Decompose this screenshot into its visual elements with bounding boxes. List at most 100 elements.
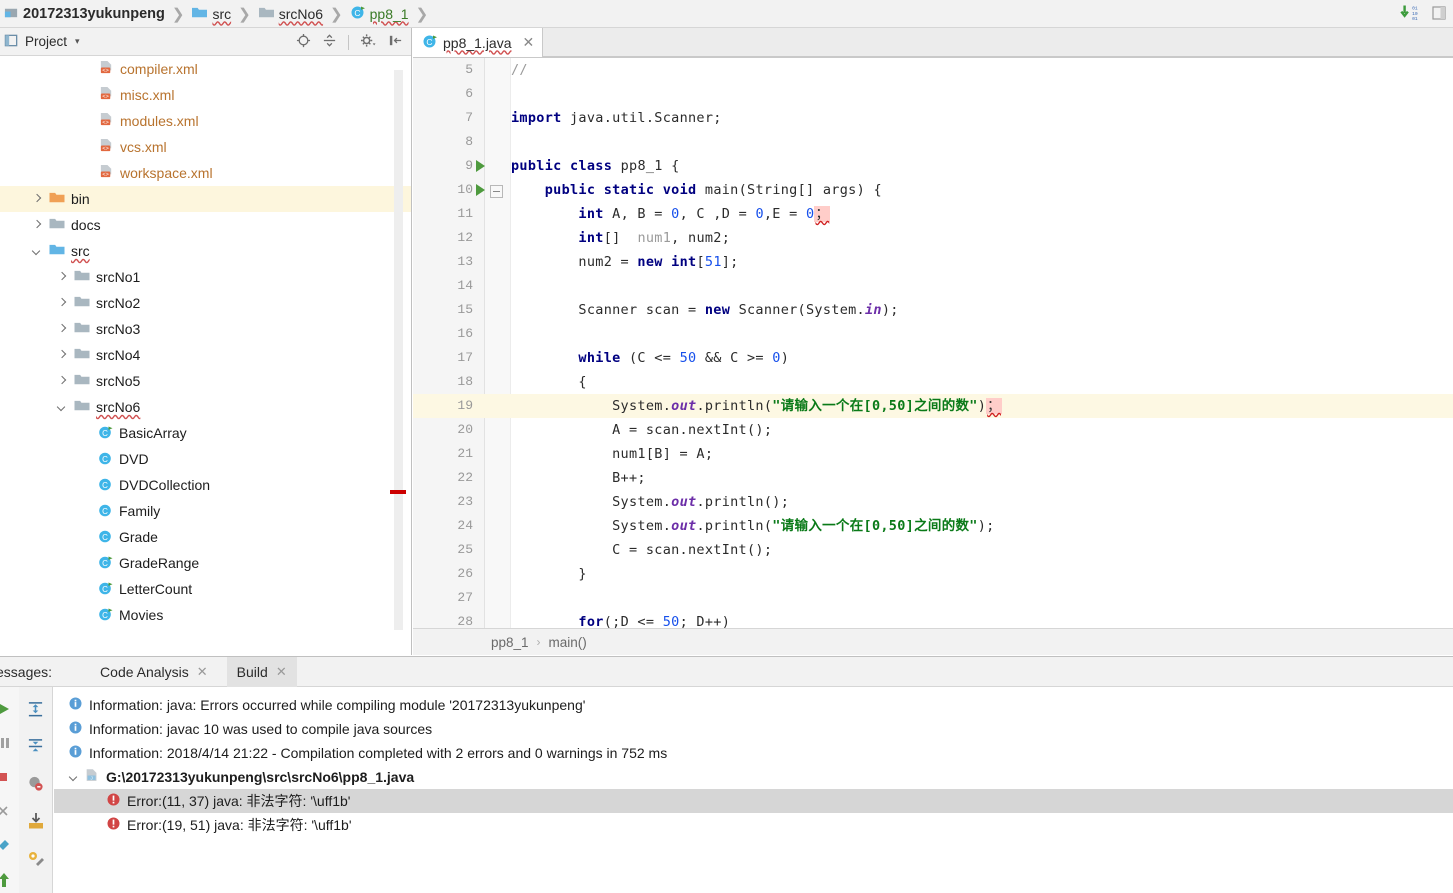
code-line[interactable]: 14 — [413, 274, 1453, 298]
settings-gear-icon[interactable] — [360, 33, 377, 51]
tree-item-dvdcollection[interactable]: C DVDCollection — [0, 472, 411, 498]
message-row[interactable]: Information: javac 10 was used to compil… — [54, 717, 1453, 741]
tree-item-bin[interactable]: bin — [0, 186, 411, 212]
tree-item-family[interactable]: C Family — [0, 498, 411, 524]
sidebar-toggle-icon[interactable] — [1431, 5, 1447, 24]
line-number[interactable]: 28 — [413, 610, 473, 628]
line-number[interactable]: 13 — [413, 250, 473, 274]
close-icon[interactable]: ✕ — [197, 664, 208, 680]
tree-item-dvd[interactable]: C DVD — [0, 446, 411, 472]
messages-list[interactable]: Information: java: Errors occurred while… — [54, 687, 1453, 893]
code-line[interactable]: 22 B++; — [413, 466, 1453, 490]
editor-breadcrumb-class[interactable]: pp8_1 — [491, 635, 529, 650]
code-line[interactable]: 6 — [413, 82, 1453, 106]
code-line[interactable]: 9 public class pp8_1 { — [413, 154, 1453, 178]
tree-item-grade[interactable]: C Grade — [0, 524, 411, 550]
locate-icon[interactable] — [296, 33, 311, 51]
code-line[interactable]: 27 — [413, 586, 1453, 610]
close-icon[interactable] — [0, 803, 11, 822]
line-number[interactable]: 16 — [413, 322, 473, 346]
line-number[interactable]: 21 — [413, 442, 473, 466]
tree-item-srcno5[interactable]: srcNo5 — [0, 368, 411, 394]
line-number[interactable]: 25 — [413, 538, 473, 562]
tree-item-modules-xml[interactable]: <> modules.xml — [0, 108, 411, 134]
line-number[interactable]: 11 — [413, 202, 473, 226]
line-number[interactable]: 22 — [413, 466, 473, 490]
message-row[interactable]: Information: java: Errors occurred while… — [54, 693, 1453, 717]
tree-item-srcno2[interactable]: srcNo2 — [0, 290, 411, 316]
chevron-right-icon[interactable] — [56, 375, 69, 388]
expand-all-icon[interactable] — [27, 701, 44, 721]
line-number[interactable]: 17 — [413, 346, 473, 370]
line-number[interactable]: 26 — [413, 562, 473, 586]
line-number[interactable]: 6 — [413, 82, 473, 106]
code-line[interactable]: 11 int A, B = 0, C ,D = 0,E = 0； — [413, 202, 1453, 226]
code-editor[interactable]: 5 // 6 7 import java.util.Scanner; 8 9 public c… — [413, 58, 1453, 628]
scroll-up-icon[interactable] — [0, 871, 12, 892]
tree-item-srcno4[interactable]: srcNo4 — [0, 342, 411, 368]
code-line[interactable]: 5 // — [413, 58, 1453, 82]
chevron-right-icon[interactable] — [31, 193, 44, 206]
tree-item-compiler-xml[interactable]: <> compiler.xml — [0, 56, 411, 82]
pause-icon[interactable] — [0, 735, 13, 754]
tree-item-movies[interactable]: C Movies — [0, 602, 411, 628]
code-line[interactable]: 10 public static void main(String[] args… — [413, 178, 1453, 202]
tree-item-workspace-xml[interactable]: <> workspace.xml — [0, 160, 411, 186]
chevron-right-icon[interactable] — [56, 323, 69, 336]
editor-breadcrumb-method[interactable]: main() — [549, 635, 587, 650]
line-number[interactable]: 15 — [413, 298, 473, 322]
tab-build[interactable]: Build ✕ — [226, 656, 297, 687]
editor-tab-pp8_1[interactable]: C pp8_1.java ✕ — [413, 28, 544, 57]
tree-item-srcno6[interactable]: srcNo6 — [0, 394, 411, 420]
code-line[interactable]: 16 — [413, 322, 1453, 346]
chevron-right-icon[interactable] — [56, 297, 69, 310]
code-line[interactable]: 15 Scanner scan = new Scanner(System.in)… — [413, 298, 1453, 322]
code-line[interactable]: 7 import java.util.Scanner; — [413, 106, 1453, 130]
tree-item-srcno1[interactable]: srcNo1 — [0, 264, 411, 290]
tree-item-graderange[interactable]: C GradeRange — [0, 550, 411, 576]
tree-item-basicarray[interactable]: C BasicArray — [0, 420, 411, 446]
code-line[interactable]: 13 num2 = new int[51]; — [413, 250, 1453, 274]
message-row[interactable]: Error:(11, 37) java: 非法字符: '\uff1b' — [54, 789, 1453, 813]
hide-warnings-icon[interactable] — [27, 775, 44, 795]
stop-icon[interactable] — [0, 769, 11, 788]
close-icon[interactable]: ✕ — [523, 34, 535, 51]
project-tree-scrollbar[interactable] — [394, 70, 403, 630]
tree-item-lettercount[interactable]: C LetterCount — [0, 576, 411, 602]
tree-item-docs[interactable]: docs — [0, 212, 411, 238]
tree-item-vcs-xml[interactable]: <> vcs.xml — [0, 134, 411, 160]
chevron-down-icon[interactable] — [56, 401, 69, 414]
breadcrumb-srcno6[interactable]: srcNo6 — [254, 0, 325, 28]
download-update-icon[interactable]: 01 10 01 — [1399, 3, 1427, 26]
tree-item-srcno3[interactable]: srcNo3 — [0, 316, 411, 342]
message-row[interactable]: J G:\20172313yukunpeng\src\srcNo6\pp8_1.j… — [54, 765, 1453, 789]
pin-icon[interactable] — [0, 837, 12, 856]
settings-wrench-icon[interactable] — [27, 850, 45, 871]
code-line[interactable]: 26 } — [413, 562, 1453, 586]
line-number[interactable]: 20 — [413, 418, 473, 442]
line-number[interactable]: 14 — [413, 274, 473, 298]
line-number[interactable]: 18 — [413, 370, 473, 394]
code-line[interactable]: 19 System.out.println("请输入一个在[0,50]之间的数"… — [413, 394, 1453, 418]
line-number[interactable]: 7 — [413, 106, 473, 130]
line-number[interactable]: 8 — [413, 130, 473, 154]
line-number[interactable]: 19 — [413, 394, 473, 418]
line-number[interactable]: 12 — [413, 226, 473, 250]
code-line[interactable]: 25 C = scan.nextInt(); — [413, 538, 1453, 562]
chevron-down-icon[interactable] — [31, 245, 44, 258]
chevron-right-icon[interactable] — [31, 219, 44, 232]
chevron-down-icon[interactable]: ▾ — [75, 36, 80, 47]
code-line[interactable]: 20 A = scan.nextInt(); — [413, 418, 1453, 442]
tree-item-src[interactable]: src — [0, 238, 411, 264]
error-stripe-marker[interactable] — [390, 490, 406, 494]
code-line[interactable]: 8 — [413, 130, 1453, 154]
line-number[interactable]: 5 — [413, 58, 473, 82]
run-gutter-icon[interactable] — [476, 184, 485, 196]
code-line[interactable]: 24 System.out.println("请输入一个在[0,50]之间的数"… — [413, 514, 1453, 538]
code-line[interactable]: 28 for(;D <= 50; D++) — [413, 610, 1453, 628]
line-number[interactable]: 27 — [413, 586, 473, 610]
code-line[interactable]: 17 while (C <= 50 && C >= 0) — [413, 346, 1453, 370]
collapse-all-icon[interactable] — [27, 738, 44, 758]
line-number[interactable]: 23 — [413, 490, 473, 514]
collapse-all-icon[interactable] — [322, 33, 337, 51]
